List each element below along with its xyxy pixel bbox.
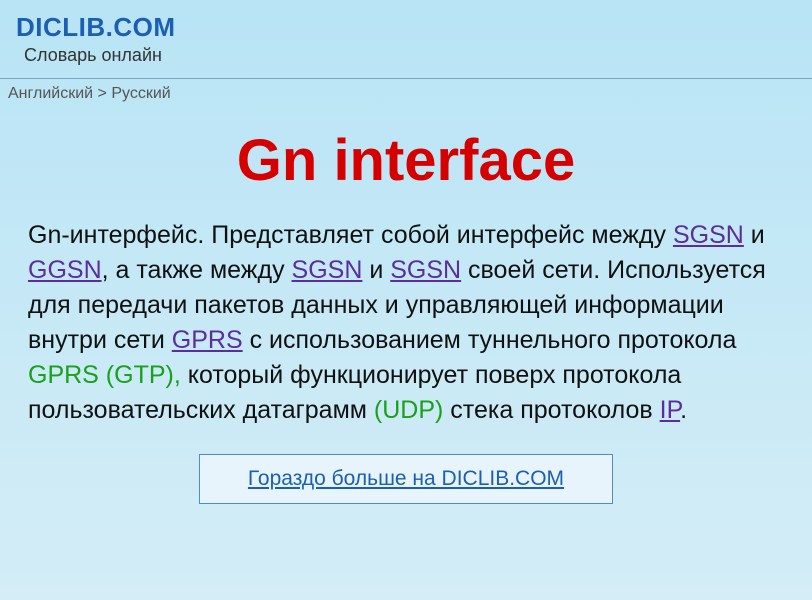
article-body: Gn-интерфейс. Представляет собой интерфе… [0,218,812,428]
breadcrumb: Английский > Русский [0,79,812,109]
site-tagline: Словарь онлайн [24,45,796,66]
link-ip[interactable]: IP [660,396,680,424]
link-sgsn[interactable]: SGSN [673,221,744,249]
article-title: Gn interface [0,127,812,194]
body-text: , а также между [102,256,292,284]
body-text: и [744,221,765,249]
breadcrumb-separator: > [98,85,107,102]
body-text: стека протоколов [443,396,659,424]
link-sgsn[interactable]: SGSN [390,256,461,284]
body-text: с использованием туннельного протокола [243,326,737,354]
breadcrumb-from[interactable]: Английский [8,85,93,102]
body-text: и [362,256,390,284]
highlight-gprs-gtp: GPRS (GTP), [28,361,181,389]
body-text: . [680,396,687,424]
header: DICLIB.COM Словарь онлайн [0,0,812,72]
link-sgsn[interactable]: SGSN [292,256,363,284]
highlight-udp: (UDP) [374,396,443,424]
cta-container: Гораздо больше на DICLIB.COM [0,454,812,504]
breadcrumb-to[interactable]: Русский [111,85,170,102]
link-gprs[interactable]: GPRS [172,326,243,354]
site-logo[interactable]: DICLIB.COM [16,12,796,43]
body-text: Gn-интерфейс. Представляет собой интерфе… [28,221,673,249]
cta-link[interactable]: Гораздо больше на DICLIB.COM [199,454,613,504]
link-ggsn[interactable]: GGSN [28,256,102,284]
